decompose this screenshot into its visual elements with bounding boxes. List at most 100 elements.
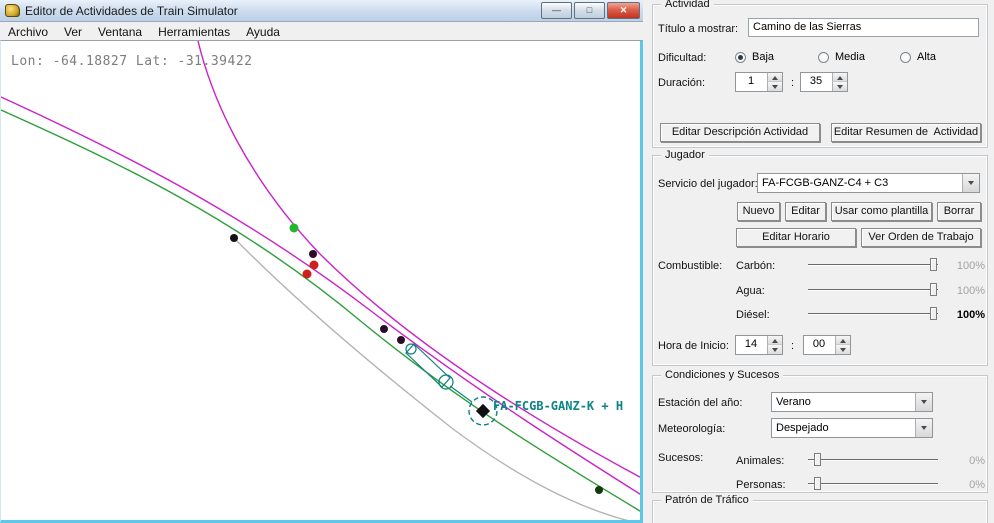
close-button-icon[interactable]: ✕: [607, 2, 640, 19]
slider-track: [808, 289, 938, 291]
maximize-button-icon[interactable]: □: [574, 2, 605, 19]
use-as-template-button[interactable]: Usar como plantilla: [831, 202, 932, 221]
player-service-value: FA-FCGB-GANZ-C4 + C3: [762, 177, 888, 189]
group-patron-trafico: Patrón de Tráfico: [652, 500, 988, 523]
new-service-button[interactable]: Nuevo: [737, 202, 780, 221]
view-work-order-button[interactable]: Ver Orden de Trabajo: [861, 228, 981, 247]
coal-percent: 100%: [943, 260, 985, 272]
spin-up-icon[interactable]: [835, 336, 850, 345]
spin-down-icon[interactable]: [767, 82, 782, 91]
track-node-marker[interactable]: [406, 344, 416, 354]
menu-ver[interactable]: Ver: [56, 24, 90, 40]
people-percent: 0%: [943, 479, 985, 491]
radio-media-icon: [818, 52, 829, 63]
menu-herramientas[interactable]: Herramientas: [150, 24, 238, 40]
cursor-coordinates: Lon: -64.18827 Lat: -31.39422: [11, 54, 252, 69]
duration-hours-value: 1: [736, 75, 766, 87]
waypoint-dot[interactable]: [309, 250, 317, 258]
animals-label: Animales:: [736, 455, 784, 467]
slider-thumb[interactable]: [814, 477, 821, 490]
animals-slider[interactable]: [808, 453, 938, 467]
slider-thumb[interactable]: [930, 258, 937, 271]
start-time-label: Hora de Inicio:: [658, 340, 729, 352]
duration-minutes-value: 35: [801, 75, 831, 87]
track-map[interactable]: [1, 41, 640, 520]
people-slider[interactable]: [808, 477, 938, 491]
delete-service-button[interactable]: Borrar: [937, 202, 981, 221]
waypoint-dot[interactable]: [310, 261, 319, 270]
waypoint-dot[interactable]: [230, 234, 238, 242]
title-label: Título a mostrar:: [658, 23, 738, 35]
player-service-label: Servicio del jugador:: [658, 178, 758, 190]
spin-up-icon[interactable]: [767, 73, 782, 82]
group-patron-trafico-title: Patrón de Tráfico: [661, 494, 753, 506]
people-label: Personas:: [736, 479, 786, 491]
player-service-combobox[interactable]: FA-FCGB-GANZ-C4 + C3: [757, 173, 980, 193]
diesel-slider[interactable]: [808, 307, 938, 321]
time-separator: :: [791, 340, 794, 352]
waypoint-dot[interactable]: [595, 486, 603, 494]
marker-link-line: [450, 386, 472, 402]
radio-alta[interactable]: Alta: [900, 51, 912, 63]
spin-down-icon[interactable]: [832, 82, 847, 91]
route-map-canvas[interactable]: Lon: -64.18827 Lat: -31.39422 FA-FCGB-GA…: [0, 40, 643, 523]
edit-service-button[interactable]: Editar: [785, 202, 826, 221]
start-hour-spinner[interactable]: 14: [735, 335, 783, 355]
duration-minutes-spinner[interactable]: 35: [800, 72, 848, 92]
edit-schedule-button[interactable]: Editar Horario: [736, 228, 856, 247]
track-gray-line[interactable]: [234, 238, 640, 520]
slider-thumb[interactable]: [814, 453, 821, 466]
duration-hours-spinner[interactable]: 1: [735, 72, 783, 92]
slider-track: [808, 313, 938, 315]
radio-baja[interactable]: Baja: [735, 51, 747, 63]
activity-editor-window: Editor de Actividades de Train Simulator…: [0, 0, 643, 523]
coal-slider[interactable]: [808, 258, 938, 272]
track-green-line[interactable]: [1, 110, 640, 519]
spin-up-icon[interactable]: [832, 73, 847, 82]
events-label: Sucesos:: [658, 452, 703, 464]
start-minute-spinner[interactable]: 00: [803, 335, 851, 355]
edit-description-button[interactable]: Editar Descripción Actividad: [660, 123, 820, 142]
slider-thumb[interactable]: [930, 283, 937, 296]
minimize-button-icon[interactable]: —: [541, 2, 572, 19]
waypoint-dot[interactable]: [303, 270, 312, 279]
coal-label: Carbón:: [736, 260, 775, 272]
slider-thumb[interactable]: [930, 307, 937, 320]
weather-combobox[interactable]: Despejado: [771, 418, 933, 438]
water-percent: 100%: [943, 285, 985, 297]
service-marker-label[interactable]: FA-FCGB-GANZ-K + H: [493, 399, 623, 413]
menu-archivo[interactable]: Archivo: [0, 24, 56, 40]
track-magenta-curve[interactable]: [198, 41, 640, 483]
waypoint-dot[interactable]: [380, 325, 388, 333]
radio-media[interactable]: Media: [818, 51, 830, 63]
spin-up-icon[interactable]: [767, 336, 782, 345]
title-bar[interactable]: Editor de Actividades de Train Simulator…: [0, 0, 643, 22]
menu-ventana[interactable]: Ventana: [90, 24, 150, 40]
season-combobox[interactable]: Verano: [771, 392, 933, 412]
animals-percent: 0%: [943, 455, 985, 467]
radio-baja-icon: [735, 52, 746, 63]
spin-down-icon[interactable]: [767, 345, 782, 354]
water-slider[interactable]: [808, 283, 938, 297]
dropdown-arrow-icon[interactable]: [915, 419, 932, 437]
group-actividad-title: Actividad: [661, 0, 714, 10]
waypoint-dot[interactable]: [290, 224, 299, 233]
diesel-label: Diésel:: [736, 309, 770, 321]
waypoint-dot[interactable]: [397, 336, 405, 344]
dropdown-arrow-icon[interactable]: [962, 174, 979, 192]
water-label: Agua:: [736, 285, 765, 297]
radio-media-label: Media: [835, 51, 865, 63]
activity-title-input[interactable]: Camino de las Sierras: [748, 18, 979, 37]
app-icon: [5, 4, 20, 17]
track-magenta-line[interactable]: [1, 97, 640, 501]
selection-rectangle-marker[interactable]: [406, 344, 450, 387]
activity-properties-panel: Actividad Título a mostrar: Camino de la…: [643, 0, 994, 523]
group-condiciones-title: Condiciones y Sucesos: [661, 369, 783, 381]
edit-summary-button[interactable]: Editar Resumen de Actividad: [831, 123, 981, 142]
slider-track: [808, 264, 938, 266]
spin-down-icon[interactable]: [835, 345, 850, 354]
weather-label: Meteorología:: [658, 423, 725, 435]
weather-value: Despejado: [776, 422, 829, 434]
dropdown-arrow-icon[interactable]: [915, 393, 932, 411]
menu-ayuda[interactable]: Ayuda: [238, 24, 288, 40]
